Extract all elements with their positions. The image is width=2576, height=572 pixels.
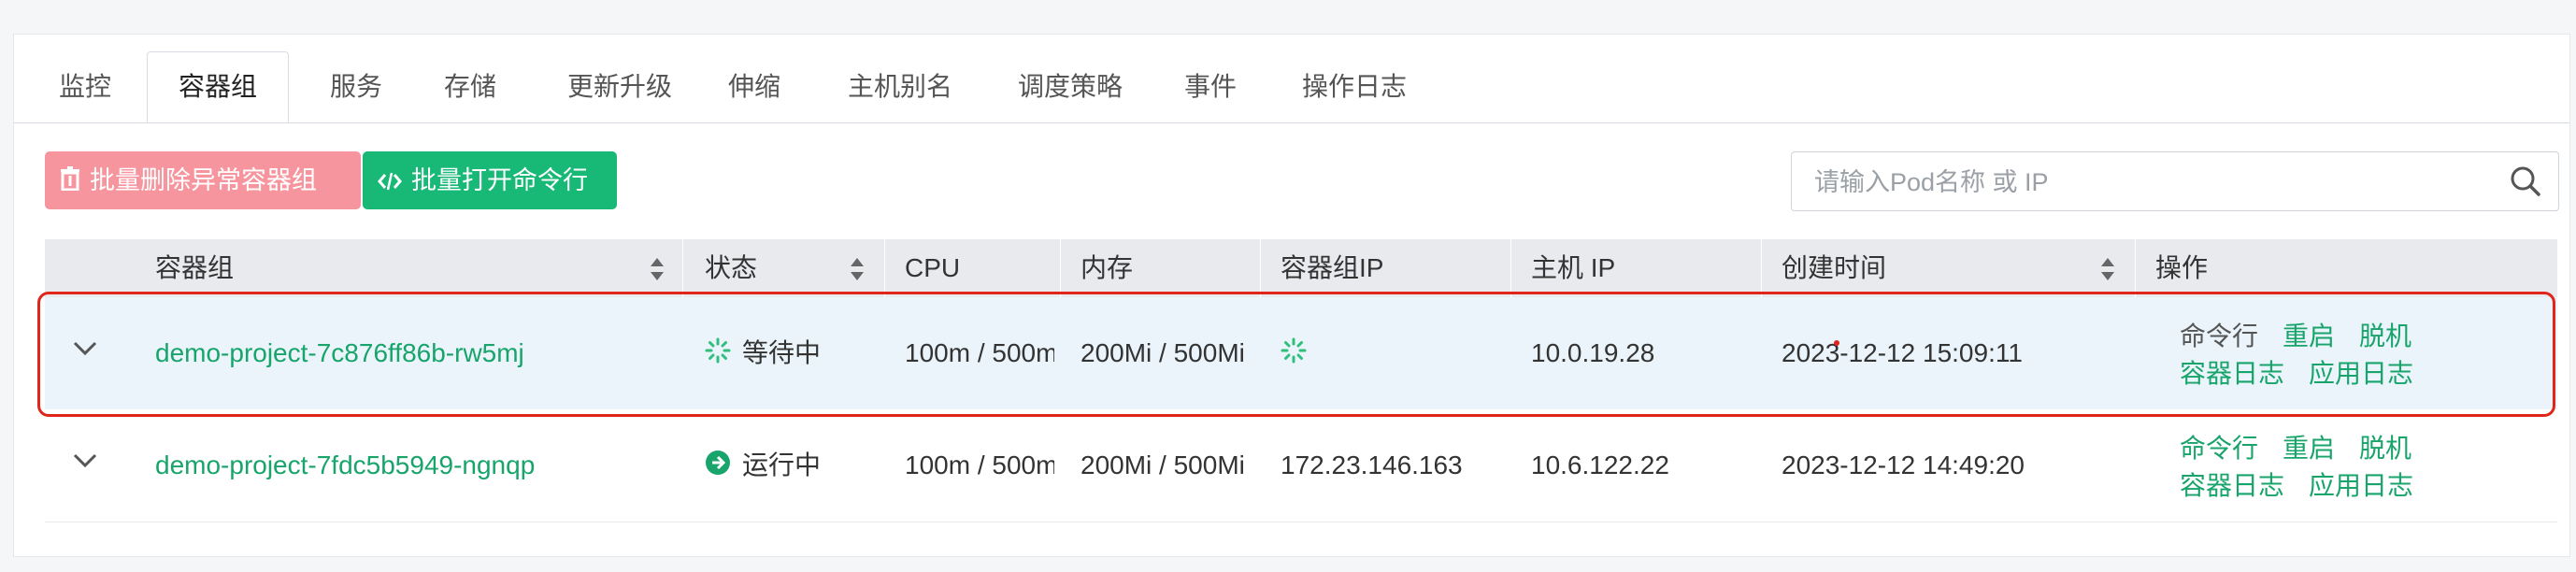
- code-icon: [378, 153, 402, 211]
- highlight-box: [37, 292, 2555, 417]
- status-cell: 运行中: [705, 409, 873, 522]
- terminal-link[interactable]: 命令行: [2180, 434, 2258, 463]
- container-log-link[interactable]: 容器日志: [2180, 471, 2284, 500]
- cpu-cell: 100m / 500m: [905, 450, 1054, 479]
- tab-scaling[interactable]: 伸缩: [717, 51, 792, 122]
- header-memory: 内存: [1080, 253, 1134, 282]
- search-input[interactable]: [1812, 152, 2489, 212]
- search-box: [1791, 151, 2559, 212]
- header-actions: 操作: [2155, 253, 2209, 282]
- chevron-down-icon[interactable]: [73, 452, 97, 474]
- status-text: 运行中: [742, 450, 822, 479]
- sort-icon[interactable]: [849, 256, 866, 287]
- app-log-link[interactable]: 应用日志: [2309, 471, 2413, 500]
- tab-operation-log[interactable]: 操作日志: [1289, 51, 1420, 122]
- batch-terminal-label: 批量打开命令行: [411, 166, 588, 194]
- header-host-ip: 主机 IP: [1531, 253, 1616, 282]
- row-actions: 命令行 重启 脱机 容器日志 应用日志: [2180, 430, 2438, 505]
- red-dot-marker: [1834, 340, 1839, 346]
- restart-link[interactable]: 重启: [2283, 434, 2335, 463]
- tab-host-alias[interactable]: 主机别名: [835, 51, 966, 122]
- pod-name-link[interactable]: demo-project-7fdc5b5949-ngnqp: [155, 409, 679, 522]
- tab-services[interactable]: 服务: [319, 51, 394, 122]
- search-icon[interactable]: [2510, 165, 2541, 202]
- header-pod-ip: 容器组IP: [1281, 253, 1384, 282]
- batch-delete-button[interactable]: 批量删除异常容器组: [45, 151, 361, 209]
- tab-storage[interactable]: 存储: [433, 51, 508, 122]
- created-cell: 2023-12-12 14:49:20: [1782, 450, 2025, 479]
- tab-upgrade[interactable]: 更新升级: [554, 51, 685, 122]
- header-created: 创建时间: [1782, 253, 1887, 282]
- table-header: 容器组 状态 CPU 内存 容器组IP 主机 IP 创建时间 操作: [45, 239, 2557, 297]
- tab-scheduling[interactable]: 调度策略: [1005, 51, 1136, 122]
- batch-delete-label: 批量删除异常容器组: [90, 166, 317, 194]
- batch-terminal-button[interactable]: 批量打开命令行: [363, 151, 617, 209]
- arrow-circle-right-icon: [705, 411, 731, 522]
- pod-ip-cell: 172.23.146.163: [1281, 450, 1463, 479]
- memory-cell: 200Mi / 500Mi: [1080, 450, 1245, 479]
- table-row: demo-project-7fdc5b5949-ngnqp 运行中 100m /…: [45, 409, 2557, 522]
- trash-icon: [60, 153, 80, 211]
- detach-link[interactable]: 脱机: [2359, 434, 2411, 463]
- tab-pods[interactable]: 容器组: [147, 51, 289, 122]
- sort-icon[interactable]: [2099, 256, 2116, 287]
- header-status: 状态: [705, 253, 758, 282]
- tab-events[interactable]: 事件: [1173, 51, 1248, 122]
- host-ip-cell: 10.6.122.22: [1531, 450, 1669, 479]
- tab-monitor[interactable]: 监控: [48, 51, 122, 122]
- tab-bar: 监控 容器组 服务 存储 更新升级 伸缩 主机别名 调度策略 事件 操作日志: [14, 51, 2569, 123]
- header-pod: 容器组: [155, 253, 235, 282]
- sort-icon[interactable]: [649, 256, 665, 287]
- header-cpu: CPU: [905, 253, 961, 282]
